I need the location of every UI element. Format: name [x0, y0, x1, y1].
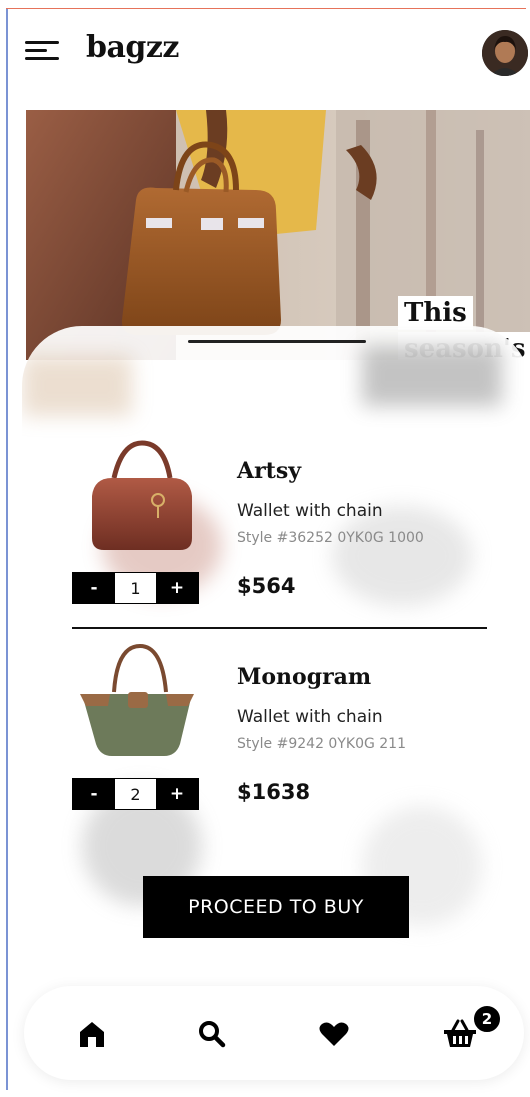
- quantity-value: 1: [130, 578, 141, 598]
- cart-sheet: - 1 + Artsy Wallet with chain Style #362…: [22, 326, 530, 1086]
- product-style-code: Style #9242 0YK0G 211: [237, 736, 406, 752]
- decrement-button[interactable]: -: [73, 573, 115, 603]
- nav-favorites[interactable]: [314, 1014, 354, 1054]
- app-header: bagzz: [0, 0, 530, 100]
- cart-item: - 1 + Artsy Wallet with chain Style #362…: [72, 438, 492, 618]
- hero-caption-line: This: [398, 296, 473, 330]
- sheet-handle[interactable]: [188, 340, 366, 343]
- nav-search[interactable]: [192, 1014, 232, 1054]
- product-image: [72, 438, 202, 558]
- product-subtitle: Wallet with chain: [237, 707, 383, 727]
- cart-item: - 2 + Monogram Wallet with chain Style #…: [72, 643, 492, 824]
- quantity-stepper: - 1 +: [72, 572, 199, 604]
- product-subtitle: Wallet with chain: [237, 501, 383, 521]
- product-title[interactable]: Monogram: [237, 664, 371, 690]
- left-edge-guide: [6, 8, 8, 1090]
- search-icon: [199, 1021, 226, 1048]
- nav-home[interactable]: [72, 1014, 112, 1054]
- increment-button[interactable]: +: [156, 573, 198, 603]
- product-price: $564: [237, 574, 296, 598]
- product-image: [72, 643, 202, 764]
- increment-button[interactable]: +: [156, 779, 198, 809]
- bottom-nav: 2: [24, 986, 524, 1080]
- brand-logo: bagzz: [86, 30, 179, 65]
- hero-banner[interactable]: This season's latest: [26, 110, 530, 360]
- quantity-value: 2: [130, 784, 141, 804]
- avatar[interactable]: [482, 30, 528, 76]
- item-divider: [72, 627, 487, 629]
- decrement-button[interactable]: -: [73, 779, 115, 809]
- heart-icon: [319, 1022, 349, 1046]
- menu-icon[interactable]: [25, 41, 61, 63]
- product-price: $1638: [237, 780, 311, 804]
- product-title[interactable]: Artsy: [237, 458, 301, 484]
- proceed-to-buy-button[interactable]: PROCEED TO BUY: [143, 876, 409, 938]
- product-style-code: Style #36252 0YK0G 1000: [237, 530, 424, 546]
- home-icon: [80, 1022, 104, 1047]
- quantity-stepper: - 2 +: [72, 778, 199, 810]
- cart-count-badge: 2: [472, 1004, 502, 1034]
